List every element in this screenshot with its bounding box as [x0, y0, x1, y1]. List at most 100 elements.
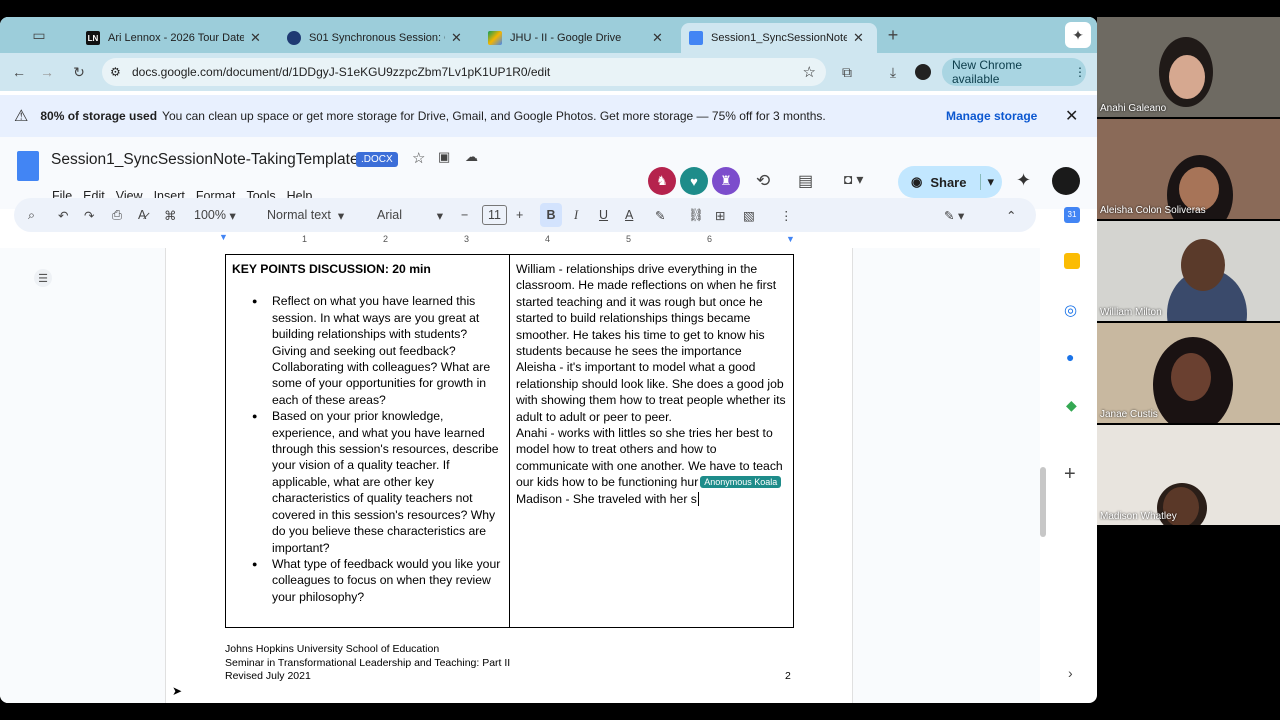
participant-face: [1169, 55, 1205, 99]
key-points-cell[interactable]: KEY POINTS DISCUSSION: 20 min Reflect on…: [225, 254, 510, 628]
storage-message: You can clean up space or get more stora…: [162, 109, 826, 123]
account-avatar[interactable]: [1052, 167, 1080, 195]
highlight-icon[interactable]: ✎: [655, 198, 665, 232]
paint-format-icon[interactable]: ⌘: [164, 198, 177, 232]
video-tile-madison[interactable]: Madison Whatley: [1097, 425, 1280, 525]
gemini-sparkle-icon[interactable]: ✦: [1016, 170, 1031, 191]
participant-name: Janae Custis: [1100, 409, 1158, 420]
video-tile-william[interactable]: William Milton: [1097, 221, 1280, 321]
participant-name: Anahi Galeano: [1100, 103, 1167, 114]
tab-session1-doc[interactable]: Session1_SyncSessionNote- ✕: [681, 23, 877, 53]
close-icon[interactable]: ✕: [451, 30, 462, 46]
calendar-icon[interactable]: 31: [1064, 207, 1080, 223]
bookmark-star-icon[interactable]: ☆: [803, 63, 816, 81]
expand-panel-icon[interactable]: ›: [1068, 665, 1073, 681]
scrollbar-thumb[interactable]: [1040, 467, 1046, 537]
new-chrome-available-button[interactable]: New Chrome available ⋮: [942, 58, 1086, 86]
redo-icon[interactable]: ↷: [84, 198, 94, 232]
video-tile-aleisha[interactable]: Aleisha Colon Soliveras: [1097, 119, 1280, 219]
comments-icon[interactable]: ▤: [798, 171, 813, 191]
close-icon[interactable]: ✕: [250, 30, 261, 46]
link-icon[interactable]: ⛓: [688, 198, 704, 232]
search-menus-icon[interactable]: ⌕: [28, 198, 35, 232]
right-indent-marker[interactable]: ▼: [786, 234, 795, 244]
star-icon[interactable]: ☆: [412, 149, 425, 167]
site-info-icon[interactable]: ⚙: [110, 65, 121, 79]
meet-icon[interactable]: ◘ ▾: [844, 171, 863, 188]
font-size-input[interactable]: 11: [482, 205, 507, 225]
tab-s01-synchronous[interactable]: S01 Synchronous Session: Q ✕: [279, 23, 475, 53]
address-bar[interactable]: ⚙ docs.google.com/document/d/1DDgyJ-S1eK…: [102, 58, 826, 86]
tasks-icon[interactable]: ◎: [1064, 301, 1077, 319]
insert-image-icon[interactable]: ▧: [743, 198, 755, 232]
add-addon-icon[interactable]: +: [1064, 463, 1076, 486]
reload-icon[interactable]: ↻: [66, 59, 92, 85]
more-icon: ⋮: [1074, 65, 1086, 79]
collaborator-avatar-3[interactable]: ♜: [712, 167, 740, 195]
collapse-toolbar-icon[interactable]: ⌃: [1006, 198, 1016, 232]
outline-icon[interactable]: ☰: [34, 269, 52, 287]
history-icon[interactable]: ⟲: [756, 171, 770, 191]
forward-icon[interactable]: →: [34, 59, 60, 85]
close-banner-icon[interactable]: ✕: [1065, 106, 1078, 126]
tab-google-drive[interactable]: JHU - II - Google Drive ✕: [480, 23, 676, 53]
gemini-icon[interactable]: ✦: [1065, 22, 1091, 48]
move-folder-icon[interactable]: ▣: [438, 149, 450, 165]
maps-icon[interactable]: ◆: [1066, 397, 1077, 414]
share-dropdown-icon[interactable]: ▾: [980, 174, 994, 190]
note-aleisha: Aleisha - it's important to model what a…: [516, 360, 786, 424]
tab-groups-icon[interactable]: ▭: [26, 22, 52, 48]
cloud-status-icon: ☁: [465, 149, 478, 164]
ruler-tick: 5: [626, 234, 632, 244]
left-indent-marker[interactable]: ▼: [219, 232, 228, 242]
text-color-icon[interactable]: A: [625, 198, 633, 232]
tab-title: Session1_SyncSessionNote-: [711, 32, 847, 44]
ln-favicon-icon: LN: [86, 31, 100, 45]
italic-button[interactable]: I: [574, 198, 578, 232]
ruler-tick: 2: [383, 234, 389, 244]
increase-size-icon[interactable]: +: [516, 198, 523, 232]
new-tab-icon[interactable]: +: [880, 22, 906, 48]
spellcheck-icon[interactable]: A̷: [138, 198, 146, 232]
video-tile-anahi[interactable]: Anahi Galeano: [1097, 17, 1280, 117]
ruler-tick: 1: [302, 234, 308, 244]
editing-mode-icon[interactable]: ✎ ▾: [944, 198, 964, 232]
tab-strip: ▭ LN Ari Lennox - 2026 Tour Dates ✕ S01 …: [0, 17, 1097, 53]
video-tile-janae[interactable]: Janae Custis: [1097, 323, 1280, 423]
close-icon[interactable]: ✕: [652, 30, 663, 46]
zoom-select[interactable]: 100% ▾: [194, 198, 236, 232]
document-title[interactable]: Session1_SyncSessionNote-TakingTemplate: [51, 151, 359, 169]
add-comment-icon[interactable]: ⊞: [715, 198, 725, 232]
close-icon[interactable]: ✕: [853, 30, 864, 46]
font-select[interactable]: Arial ▾: [377, 198, 443, 232]
update-label: New Chrome available: [952, 58, 1023, 86]
contacts-icon[interactable]: ●: [1066, 349, 1074, 365]
undo-icon[interactable]: ↶: [58, 198, 68, 232]
share-button[interactable]: ◉ Share ▾: [898, 166, 1002, 198]
keep-icon[interactable]: [1064, 253, 1080, 269]
globe-icon: ◉: [911, 174, 923, 189]
browser-toolbar: ← → ↻ ⚙ docs.google.com/document/d/1DDgy…: [0, 53, 1097, 91]
share-label: Share: [930, 174, 967, 190]
cast-icon[interactable]: ⧉: [834, 59, 860, 85]
participant-name: Madison Whatley: [1100, 511, 1177, 522]
style-select[interactable]: Normal text ▾: [267, 198, 344, 232]
underline-button[interactable]: U: [599, 198, 608, 232]
shield-favicon-icon: [287, 31, 301, 45]
tab-ari-lennox[interactable]: LN Ari Lennox - 2026 Tour Dates ✕: [78, 23, 274, 53]
decrease-size-icon[interactable]: −: [461, 198, 468, 232]
docs-logo-icon[interactable]: [17, 151, 39, 181]
print-icon[interactable]: ⎙: [112, 198, 122, 232]
manage-storage-link[interactable]: Manage storage: [946, 109, 1037, 123]
more-options-icon[interactable]: ⋮: [780, 198, 793, 232]
bold-button[interactable]: B: [540, 203, 562, 227]
footer-line-2: Seminar in Transformational Leadership a…: [225, 656, 511, 669]
collaborator-avatar-2[interactable]: ♥: [680, 167, 708, 195]
download-icon[interactable]: ⤓: [880, 59, 906, 85]
profile-avatar[interactable]: [915, 64, 931, 80]
collaborator-avatar-1[interactable]: ♞: [648, 167, 676, 195]
text-cursor: [697, 491, 699, 506]
back-icon[interactable]: ←: [6, 59, 32, 85]
notes-cell[interactable]: William - relationships drive everything…: [509, 254, 794, 628]
collaborator-cursor-label: Anonymous Koala: [700, 476, 782, 489]
